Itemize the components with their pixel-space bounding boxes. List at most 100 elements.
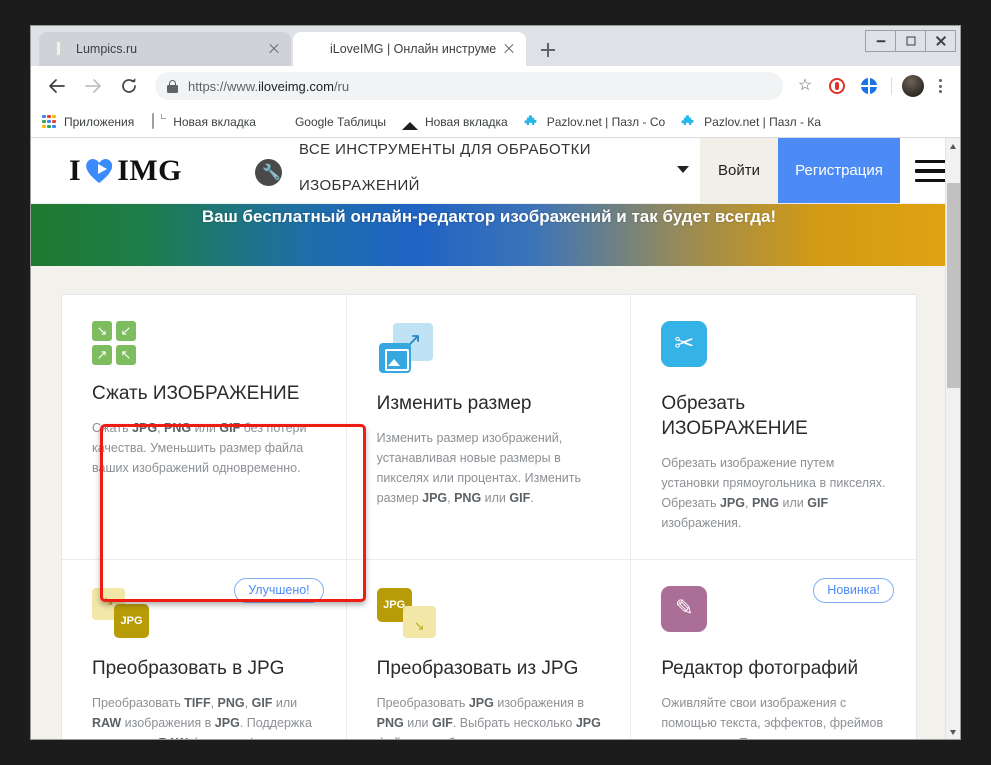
tool-card-photo-editor[interactable]: Новинка! ✎ Редактор фотографий Оживляйте… <box>631 560 916 740</box>
opera-extension-icon[interactable] <box>824 73 850 99</box>
close-window-button[interactable] <box>925 30 956 52</box>
tool-description: Преобразовать TIFF, PNG, GIF или RAW изо… <box>92 693 318 740</box>
toolbar-divider <box>891 77 892 95</box>
tool-description: Обрезать изображение путем установки пря… <box>661 453 888 533</box>
status-badge: Улучшено! <box>234 578 323 603</box>
bookmark-new-tab-2[interactable]: Новая вкладка <box>402 114 508 130</box>
convert-from-jpg-icon: JPG ↘ <box>377 586 437 642</box>
resize-photo-glyph <box>379 343 411 373</box>
iloveimg-page: I IMG 🔧 ВСЕ ИНСТРУМЕНТЫ ДЛЯ ОБРАБОТКИ ИЗ… <box>31 138 947 740</box>
tab-title: Lumpics.ru <box>76 42 261 56</box>
new-tab-button[interactable] <box>536 38 560 62</box>
address-bar[interactable]: https://www.iloveimg.com/ru <box>155 72 783 100</box>
bookmark-star-icon[interactable]: ☆ <box>792 73 818 99</box>
tool-title: Сжать ИЗОБРАЖЕНИЕ <box>92 381 318 406</box>
secure-lock-icon <box>167 80 178 93</box>
page-viewport: I IMG 🔧 ВСЕ ИНСТРУМЕНТЫ ДЛЯ ОБРАБОТКИ ИЗ… <box>31 138 960 740</box>
browser-tab-lumpics[interactable]: Lumpics.ru <box>39 32 291 66</box>
page-scrollbar[interactable] <box>945 138 960 740</box>
close-tab-icon[interactable] <box>265 40 283 58</box>
tool-title: Обрезать ИЗОБРАЖЕНИЕ <box>661 391 888 441</box>
promo-banner: Ваш бесплатный онлайн-редактор изображен… <box>31 204 947 266</box>
tools-grid: ↘ ↙ ↗ ↖ Сжать ИЗОБРАЖЕНИЕ Сжать JPG, PNG… <box>61 294 917 740</box>
tool-card-convert-from-jpg[interactable]: JPG ↘ Преобразовать из JPG Преобразовать… <box>347 560 632 740</box>
compress-arrows-icon: ↘ ↙ ↗ ↖ <box>92 321 144 367</box>
bookmark-pazlov-1[interactable]: Pazlov.net | Пазл - Со <box>524 114 665 130</box>
bookmark-label: Google Таблицы <box>295 115 386 129</box>
puzzle-icon <box>681 114 697 130</box>
pencil-editor-icon: ✎ <box>661 586 721 642</box>
google-sheets-icon <box>272 114 288 130</box>
url-text: https://www.iloveimg.com/ru <box>188 79 349 94</box>
scissors-glyph: ✂ <box>661 321 707 367</box>
browser-toolbar: https://www.iloveimg.com/ru ☆ <box>31 66 960 106</box>
scissors-crop-icon: ✂ <box>661 321 721 377</box>
nav-headline: ВСЕ ИНСТРУМЕНТЫ ДЛЯ ОБРАБОТКИ ИЗОБРАЖЕНИ… <box>299 138 679 204</box>
tool-card-resize-image[interactable]: ↗ Изменить размер Изменить размер изобра… <box>347 295 632 560</box>
convert-arrow-glyph: ↘ <box>403 606 436 638</box>
resize-image-icon: ↗ <box>377 321 437 377</box>
desktop-background: Lumpics.ru iLoveIMG | Онлайн инструменты <box>0 0 991 765</box>
bookmark-pazlov-2[interactable]: Pazlov.net | Пазл - Ка <box>681 114 821 130</box>
convert-to-jpg-icon: ↘ JPG <box>92 586 152 642</box>
tool-card-convert-to-jpg[interactable]: Улучшено! ↘ JPG Преобразовать в JPG Прео… <box>62 560 347 740</box>
banner-text: Ваш бесплатный онлайн-редактор изображен… <box>31 207 947 227</box>
compress-arrow-2: ↙ <box>116 321 136 341</box>
bookmark-label: Pazlov.net | Пазл - Со <box>547 115 665 129</box>
forward-button[interactable] <box>79 72 107 100</box>
bookmarks-bar: Приложения Новая вкладка Google Таблицы … <box>31 106 960 138</box>
bookmark-google-sheets[interactable]: Google Таблицы <box>272 114 386 130</box>
tool-description: Изменить размер изображений, устанавлива… <box>377 428 603 508</box>
apps-grid-icon <box>41 114 57 130</box>
tool-title: Преобразовать в JPG <box>92 656 318 681</box>
document-icon <box>150 114 166 130</box>
tool-title: Изменить размер <box>377 391 603 416</box>
bookmark-label: Pazlov.net | Пазл - Ка <box>704 115 821 129</box>
tool-card-crop-image[interactable]: ✂ Обрезать ИЗОБРАЖЕНИЕ Обрезать изображе… <box>631 295 916 560</box>
status-badge: Новинка! <box>813 578 894 603</box>
minimize-window-button[interactable] <box>865 30 896 52</box>
bookmark-label: Новая вкладка <box>425 115 508 129</box>
browser-tab-iloveimg[interactable]: iLoveIMG | Онлайн инструменты <box>293 32 526 66</box>
maximize-window-button[interactable] <box>895 30 926 52</box>
bookmark-apps[interactable]: Приложения <box>41 114 134 130</box>
pencil-glyph: ✎ <box>672 595 696 621</box>
tool-title: Редактор фотографий <box>661 656 888 681</box>
site-header: I IMG 🔧 ВСЕ ИНСТРУМЕНТЫ ДЛЯ ОБРАБОТКИ ИЗ… <box>31 138 947 204</box>
star-glyph: ☆ <box>797 78 813 93</box>
chevron-down-icon[interactable] <box>677 166 689 173</box>
jpg-badge-glyph: JPG <box>114 604 149 638</box>
heart-play-logo <box>86 159 112 183</box>
tab-title: iLoveIMG | Онлайн инструменты <box>330 42 496 56</box>
compress-arrow-3: ↗ <box>92 345 112 365</box>
reload-button[interactable] <box>115 72 143 100</box>
blue-heart-favicon <box>305 41 321 57</box>
profile-avatar[interactable] <box>902 75 924 97</box>
iloveimg-logo[interactable]: I IMG <box>69 154 182 188</box>
tool-description: Оживляйте свои изображения с помощью тек… <box>661 693 888 740</box>
tools-section: ↘ ↙ ↗ ↖ Сжать ИЗОБРАЖЕНИЕ Сжать JPG, PNG… <box>31 266 947 740</box>
hamburger-menu-icon[interactable] <box>915 160 947 182</box>
photo-icon <box>402 114 418 130</box>
compress-arrow-4: ↖ <box>116 345 136 365</box>
tool-description: Сжать JPG, PNG или GIF без потери качест… <box>92 418 318 478</box>
scroll-up-arrow-icon[interactable] <box>946 138 960 154</box>
bookmark-label: Новая вкладка <box>173 115 256 129</box>
scrollbar-thumb[interactable] <box>947 183 960 388</box>
close-tab-icon[interactable] <box>500 40 518 58</box>
logo-i: I <box>69 154 81 188</box>
bookmark-new-tab-1[interactable]: Новая вкладка <box>150 114 256 130</box>
logo-img: IMG <box>117 154 182 188</box>
tool-card-compress-image[interactable]: ↘ ↙ ↗ ↖ Сжать ИЗОБРАЖЕНИЕ Сжать JPG, PNG… <box>62 295 347 560</box>
globe-extension-icon[interactable] <box>856 73 882 99</box>
login-button[interactable]: Войти <box>700 138 778 203</box>
orange-slice-favicon <box>51 41 67 57</box>
back-button[interactable] <box>43 72 71 100</box>
scroll-down-arrow-icon[interactable] <box>946 724 960 740</box>
chrome-menu-icon[interactable] <box>930 73 952 99</box>
signup-button[interactable]: Регистрация <box>778 138 900 203</box>
tab-strip: Lumpics.ru iLoveIMG | Онлайн инструменты <box>31 26 960 66</box>
wrench-tools-icon[interactable]: 🔧 <box>255 159 282 186</box>
tool-title: Преобразовать из JPG <box>377 656 603 681</box>
puzzle-icon <box>524 114 540 130</box>
